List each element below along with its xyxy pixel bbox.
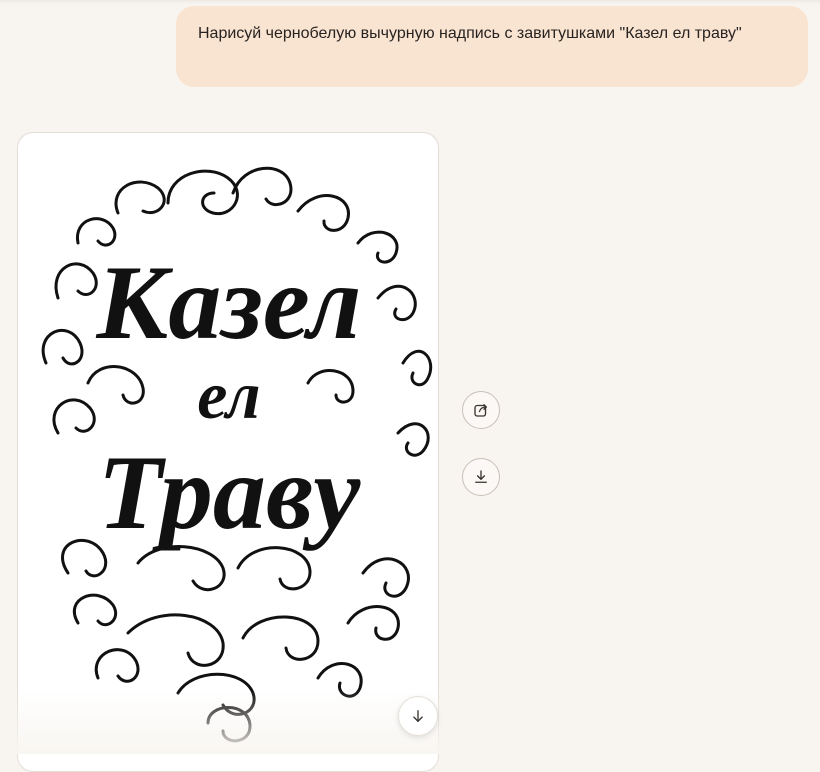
scroll-to-bottom-button[interactable] xyxy=(398,696,438,736)
artwork-line-3: Траву xyxy=(98,434,361,551)
download-button[interactable] xyxy=(462,458,500,496)
download-icon xyxy=(475,470,487,483)
top-edge-shade xyxy=(0,0,820,4)
artwork-line-2: ел xyxy=(197,357,260,433)
share-button[interactable] xyxy=(462,391,500,429)
arrow-down-icon xyxy=(413,710,423,722)
artwork-line-1: Казел xyxy=(95,244,361,361)
share-icon xyxy=(474,404,487,417)
user-message-text: Нарисуй чернобелую вычурную надпись с за… xyxy=(198,25,742,42)
user-message-bubble: Нарисуй чернобелую вычурную надпись с за… xyxy=(176,6,808,87)
calligraphy-text-layer: Казел ел Траву xyxy=(95,244,361,551)
generated-image-card[interactable]: Казел ел Траву xyxy=(17,132,439,772)
